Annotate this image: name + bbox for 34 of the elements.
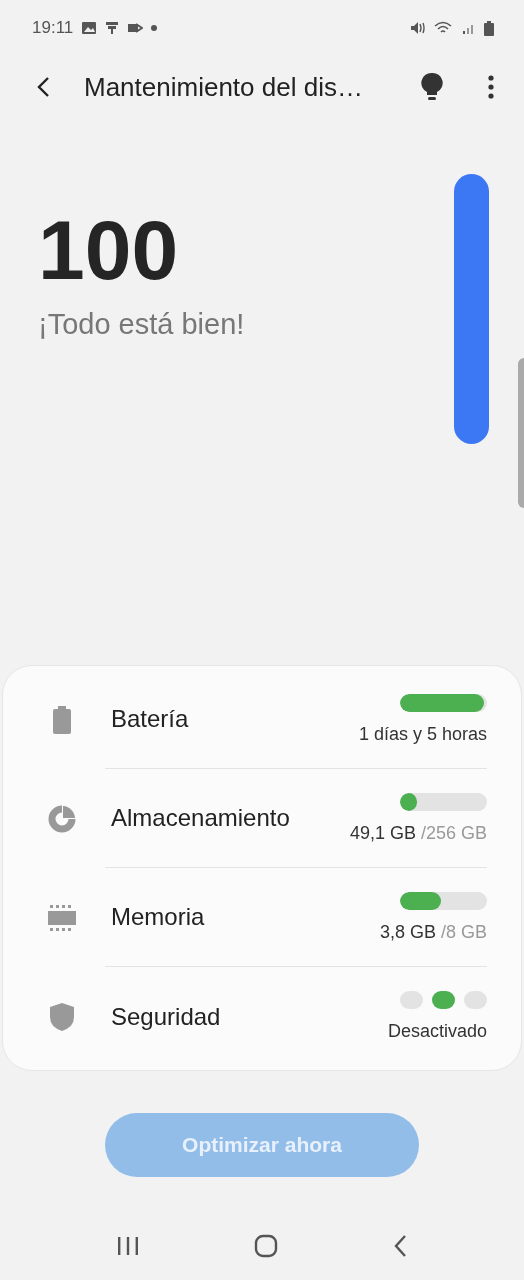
battery-icon (484, 20, 494, 36)
notification-icon (105, 21, 120, 35)
image-notification-icon (81, 21, 98, 35)
status-row[interactable]: Memoria 3,8 GB /8 GB (3, 868, 521, 967)
item-value: 1 días y 5 horas (358, 723, 487, 745)
wifi-icon (434, 21, 454, 35)
item-total: /256 GB (420, 822, 487, 844)
home-icon[interactable] (254, 1234, 278, 1258)
page-title: Mantenimiento del dis… (84, 71, 364, 103)
score-value: 100 (38, 208, 180, 292)
status-time: 19:11 (32, 18, 74, 38)
pie-chart-icon (48, 804, 76, 833)
more-notifications-icon (151, 25, 158, 31)
score-message: ¡Todo está bien! (38, 308, 245, 341)
item-label: Batería (111, 705, 189, 733)
item-total: /8 GB (440, 921, 487, 943)
item-label: Seguridad (111, 1002, 221, 1031)
recent-apps-icon[interactable] (117, 1236, 140, 1256)
item-label: Memoria (111, 903, 205, 931)
status-row[interactable]: Almacenamiento 49,1 GB /256 GB (3, 769, 521, 868)
item-value: 49,1 GB (349, 822, 416, 844)
back-icon[interactable] (36, 76, 50, 98)
item-value: 3,8 GB (379, 921, 436, 943)
lightbulb-icon[interactable] (420, 71, 444, 103)
item-value: Desactivado (387, 1021, 487, 1042)
memory-chip-icon (48, 904, 76, 931)
back-icon[interactable] (392, 1234, 407, 1258)
battery-icon (52, 705, 72, 734)
shield-icon (50, 1002, 74, 1031)
edge-panel-handle[interactable] (518, 358, 524, 508)
status-row[interactable]: Batería 1 días y 5 horas (3, 670, 521, 769)
item-label: Almacenamiento (111, 804, 290, 832)
more-options-icon[interactable] (488, 75, 494, 99)
status-row[interactable]: Seguridad Desactivado (3, 967, 521, 1066)
